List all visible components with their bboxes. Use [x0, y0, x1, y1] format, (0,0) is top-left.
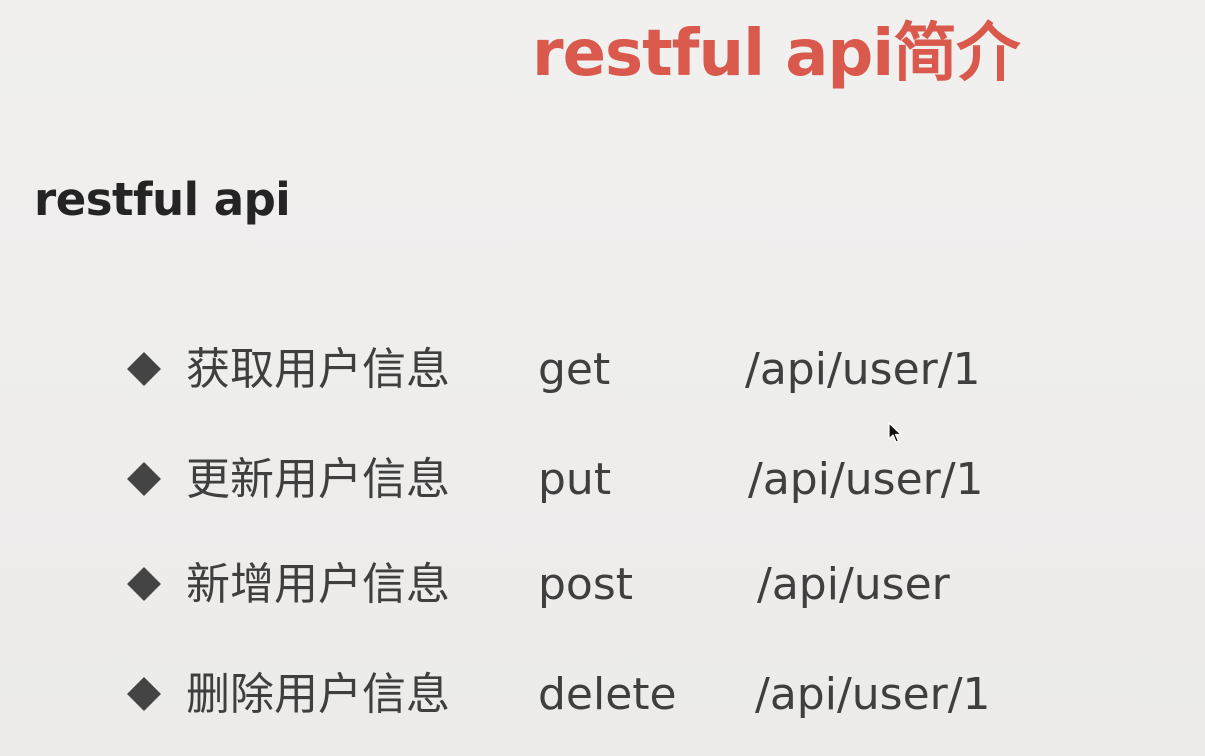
endpoint-path: /api/user/1 [745, 344, 981, 395]
endpoint-path: /api/user [757, 559, 950, 610]
mouse-pointer-icon [888, 422, 902, 443]
endpoint-description: 更新用户信息 [186, 454, 450, 505]
http-method: put [538, 454, 612, 505]
endpoint-description: 获取用户信息 [186, 344, 450, 395]
diamond-bullet-icon [127, 462, 161, 496]
endpoint-path: /api/user/1 [748, 454, 984, 505]
endpoint-path: /api/user/1 [755, 669, 991, 720]
http-method: get [538, 344, 611, 395]
diamond-bullet-icon [127, 352, 161, 386]
diamond-bullet-icon [127, 677, 161, 711]
presentation-slide: restful api简介 restful api 获取用户信息 get /ap… [0, 0, 1205, 756]
api-endpoint-row: 获取用户信息 get /api/user/1 [0, 335, 1205, 405]
api-endpoint-list: 获取用户信息 get /api/user/1 更新用户信息 put /api/u… [0, 0, 1205, 756]
endpoint-description: 新增用户信息 [186, 559, 450, 610]
api-endpoint-row: 删除用户信息 delete /api/user/1 [0, 660, 1205, 730]
http-method: post [538, 559, 634, 610]
api-endpoint-row: 新增用户信息 post /api/user [0, 550, 1205, 620]
http-method: delete [538, 669, 677, 720]
endpoint-description: 删除用户信息 [186, 669, 450, 720]
api-endpoint-row: 更新用户信息 put /api/user/1 [0, 445, 1205, 515]
diamond-bullet-icon [127, 567, 161, 601]
